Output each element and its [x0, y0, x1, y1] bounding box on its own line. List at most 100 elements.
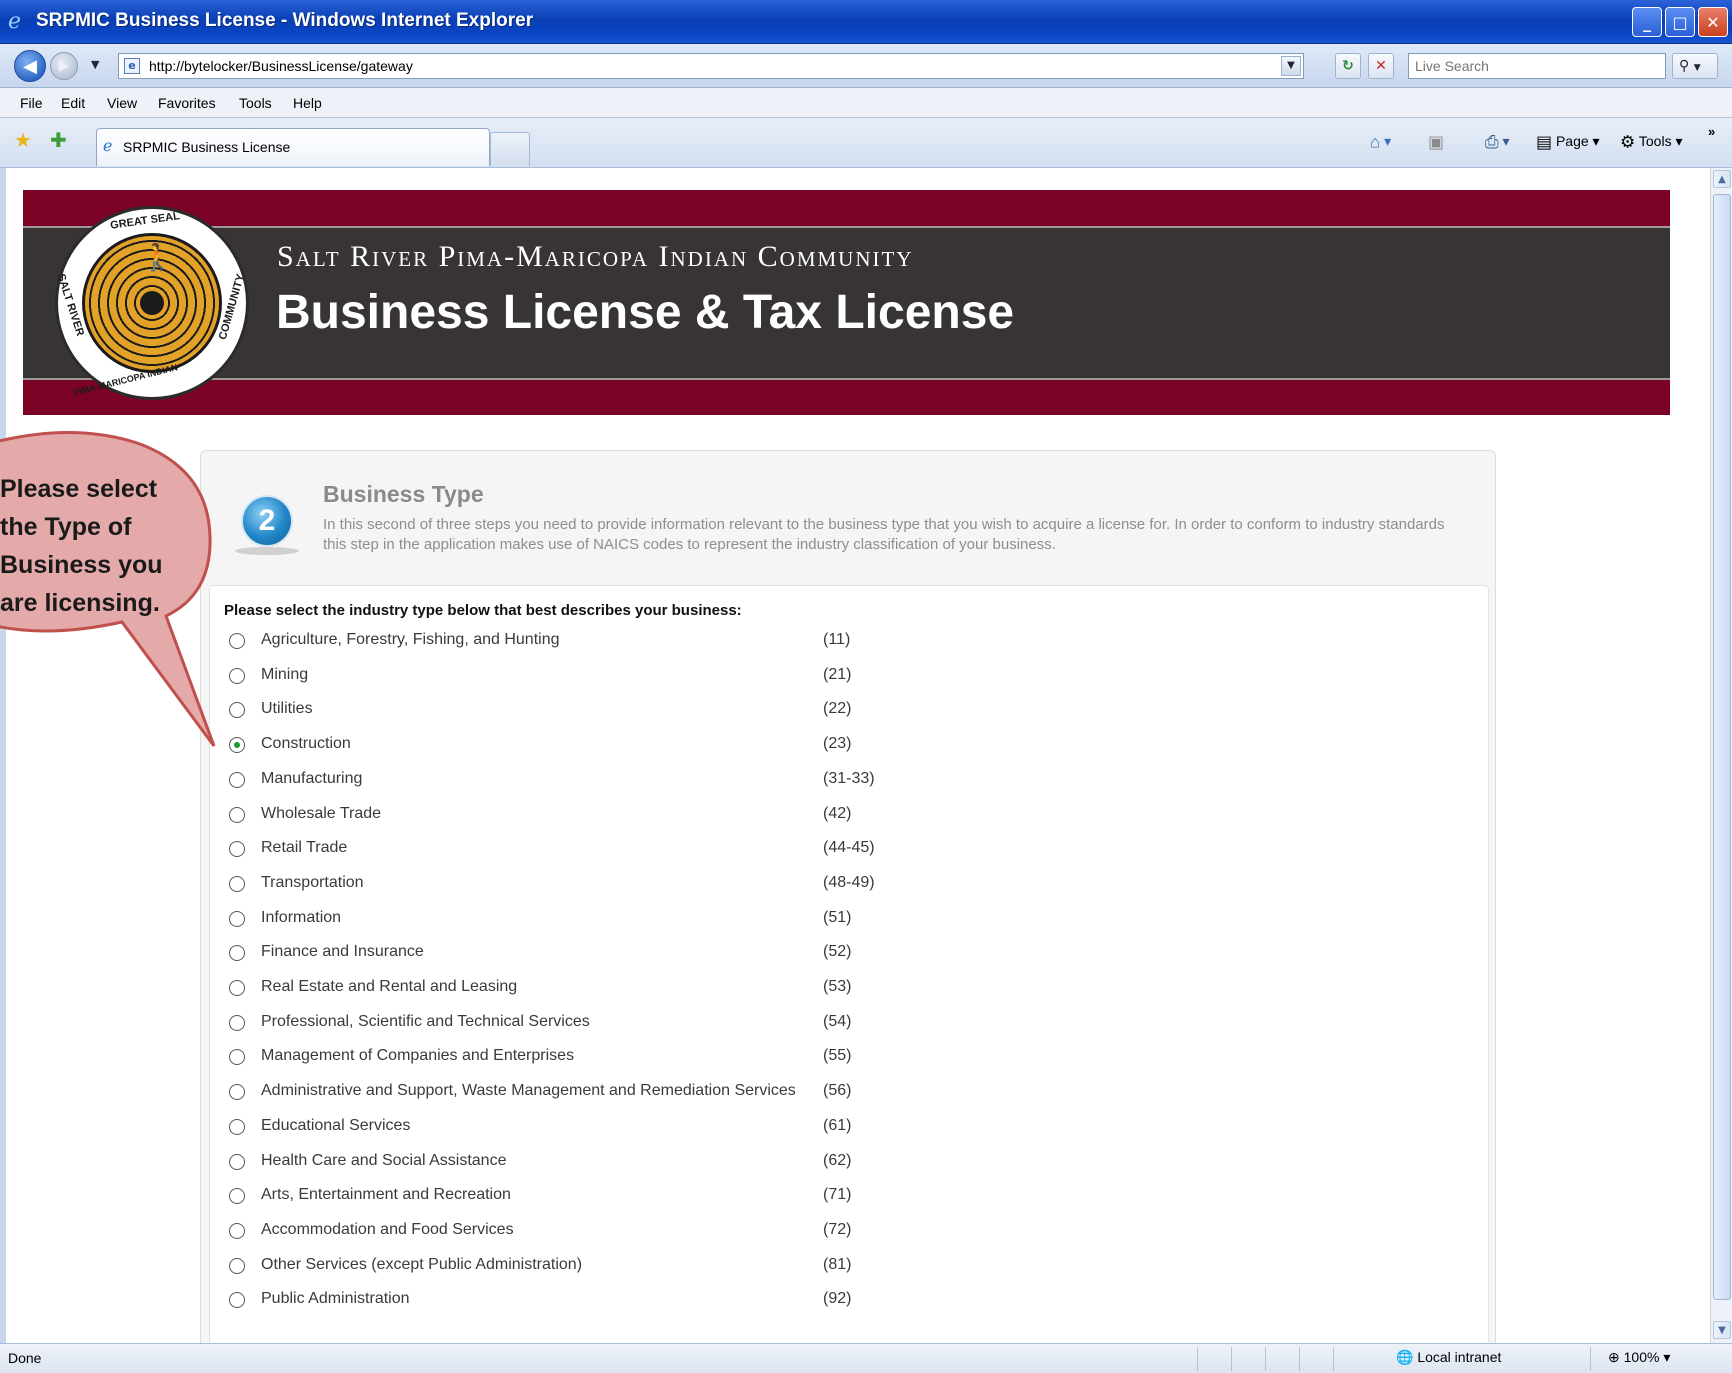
- industry-radio[interactable]: [229, 667, 245, 684]
- industry-option[interactable]: Utilities (22): [224, 695, 924, 723]
- close-button[interactable]: ✕: [1698, 7, 1728, 37]
- industry-label: Retail Trade: [261, 839, 348, 857]
- industry-option[interactable]: Finance and Insurance (52): [224, 938, 924, 966]
- industry-option[interactable]: Manufacturing (31-33): [224, 765, 924, 793]
- industry-option[interactable]: Wholesale Trade (42): [224, 800, 924, 828]
- industry-radio[interactable]: [229, 1084, 245, 1101]
- industry-radio[interactable]: [229, 910, 245, 927]
- industry-option[interactable]: Educational Services (61): [224, 1112, 924, 1140]
- chevron-more-icon[interactable]: »: [1708, 122, 1715, 142]
- search-box[interactable]: [1408, 53, 1666, 79]
- feeds-button[interactable]: ▣: [1428, 131, 1444, 152]
- industry-label: Mining: [261, 665, 309, 683]
- naics-code: (81): [823, 1255, 852, 1273]
- industry-option[interactable]: Transportation (48-49): [224, 869, 924, 897]
- industry-label: Agriculture, Forestry, Fishing, and Hunt…: [261, 631, 560, 648]
- menu-favorites[interactable]: Favorites: [158, 95, 216, 111]
- industry-option[interactable]: Administrative and Support, Waste Manage…: [224, 1077, 924, 1105]
- naics-code: (72): [823, 1220, 852, 1238]
- naics-code: (52): [823, 943, 852, 961]
- menu-tools[interactable]: Tools: [239, 95, 272, 111]
- industry-option[interactable]: Accommodation and Food Services (72): [224, 1216, 924, 1244]
- zoom-control[interactable]: ⊕ 100% ▾: [1608, 1349, 1670, 1366]
- url-dropdown-button[interactable]: ▼: [1281, 56, 1301, 76]
- industry-option[interactable]: Information (51): [224, 904, 924, 932]
- vertical-scrollbar[interactable]: ▲ ▼: [1710, 168, 1732, 1343]
- industry-radio[interactable]: [229, 806, 245, 823]
- step-badge: 2: [235, 495, 299, 555]
- zone-label: Local intranet: [1417, 1349, 1502, 1365]
- tab-bar: ★ ✚ ℯ SRPMIC Business License ⌂ ▾ ▣ ⎙ ▾ …: [0, 118, 1732, 168]
- status-bar: Done 🌐 Local intranet ⊕ 100% ▾: [0, 1343, 1732, 1373]
- step-badge-shadow: [235, 547, 299, 555]
- industry-radio[interactable]: [229, 1257, 245, 1274]
- scroll-down-button[interactable]: ▼: [1713, 1321, 1731, 1339]
- forward-arrow-icon: ▶: [58, 58, 70, 74]
- industry-radio[interactable]: [229, 980, 245, 996]
- industry-radio[interactable]: [229, 1049, 245, 1066]
- refresh-button[interactable]: ↻: [1335, 53, 1361, 79]
- menu-edit[interactable]: Edit: [61, 95, 85, 111]
- industry-radio[interactable]: [229, 702, 245, 719]
- industry-option[interactable]: Retail Trade (44-45): [224, 834, 924, 862]
- industry-option[interactable]: Public Administration (92): [224, 1285, 924, 1313]
- industry-radio[interactable]: [229, 737, 245, 754]
- industry-option[interactable]: Real Estate and Rental and Leasing (53): [224, 973, 924, 1001]
- security-zone[interactable]: 🌐 Local intranet: [1396, 1349, 1501, 1366]
- maximize-button[interactable]: □: [1665, 7, 1695, 37]
- industry-radio[interactable]: [229, 1188, 245, 1205]
- industry-radio[interactable]: [229, 1222, 245, 1239]
- back-button[interactable]: ◀: [14, 50, 46, 82]
- industry-radio[interactable]: [229, 945, 245, 962]
- industry-option[interactable]: Health Care and Social Assistance (62): [224, 1147, 924, 1175]
- industry-radio[interactable]: [229, 1118, 245, 1135]
- stop-button[interactable]: ✕: [1368, 53, 1394, 79]
- industry-option[interactable]: Management of Companies and Enterprises (…: [224, 1042, 924, 1070]
- section-title: Business Type: [323, 481, 484, 507]
- industry-radio[interactable]: [229, 841, 245, 858]
- page-icon: ▤: [1536, 132, 1553, 152]
- industry-option[interactable]: Arts, Entertainment and Recreation (71): [224, 1181, 924, 1209]
- search-button[interactable]: ⚲ ▼: [1672, 53, 1718, 79]
- minimize-button[interactable]: _: [1632, 7, 1662, 37]
- seal-center: [140, 291, 164, 315]
- menu-file[interactable]: File: [20, 95, 43, 111]
- naics-code: (21): [823, 665, 852, 683]
- industry-option[interactable]: Construction (23): [224, 730, 924, 758]
- banner-bottom-band: [23, 380, 1670, 415]
- tab-srpmic[interactable]: ℯ SRPMIC Business License: [96, 128, 490, 166]
- tools-menu-button[interactable]: ⚙ Tools ▾: [1620, 131, 1683, 152]
- scroll-thumb[interactable]: [1713, 194, 1731, 1300]
- business-type-panel: 2 Business Type In this second of three …: [200, 450, 1496, 1343]
- print-button[interactable]: ⎙ ▾: [1485, 131, 1510, 152]
- url-field[interactable]: e http://bytelocker/BusinessLicense/gate…: [118, 53, 1304, 79]
- industry-label: Other Services (except Public Administra…: [261, 1255, 583, 1273]
- menu-view[interactable]: View: [107, 95, 137, 111]
- menu-help[interactable]: Help: [293, 95, 322, 111]
- industry-radio[interactable]: [229, 1014, 245, 1031]
- refresh-icon: ↻: [1342, 58, 1354, 74]
- naics-code: (54): [823, 1012, 852, 1030]
- recent-pages-dropdown[interactable]: ▼: [91, 58, 99, 71]
- industry-radio[interactable]: [229, 1292, 245, 1309]
- search-input[interactable]: [1409, 54, 1665, 78]
- new-tab-button[interactable]: [490, 132, 530, 166]
- industry-label: Arts, Entertainment and Recreation: [261, 1186, 511, 1204]
- industry-option[interactable]: Other Services (except Public Administra…: [224, 1251, 924, 1279]
- status-text: Done: [8, 1350, 42, 1366]
- industry-option[interactable]: Agriculture, Forestry, Fishing, and Hunt…: [224, 626, 924, 654]
- industry-option[interactable]: Professional, Scientific and Technical S…: [224, 1008, 924, 1036]
- industry-radio[interactable]: [229, 875, 245, 892]
- scroll-up-button[interactable]: ▲: [1713, 170, 1731, 188]
- favorites-center-icon[interactable]: ★: [14, 130, 32, 150]
- industry-radio[interactable]: [229, 633, 245, 649]
- add-favorites-icon[interactable]: ✚: [50, 130, 67, 150]
- naics-code: (23): [823, 735, 852, 753]
- page-menu-button[interactable]: ▤ Page ▾: [1536, 131, 1600, 152]
- industry-label: Manufacturing: [261, 769, 363, 787]
- industry-option[interactable]: Mining (21): [224, 661, 924, 689]
- home-button[interactable]: ⌂ ▾: [1370, 131, 1391, 152]
- industry-radio[interactable]: [229, 771, 245, 788]
- forward-button[interactable]: ▶: [50, 52, 78, 80]
- industry-radio[interactable]: [229, 1153, 245, 1170]
